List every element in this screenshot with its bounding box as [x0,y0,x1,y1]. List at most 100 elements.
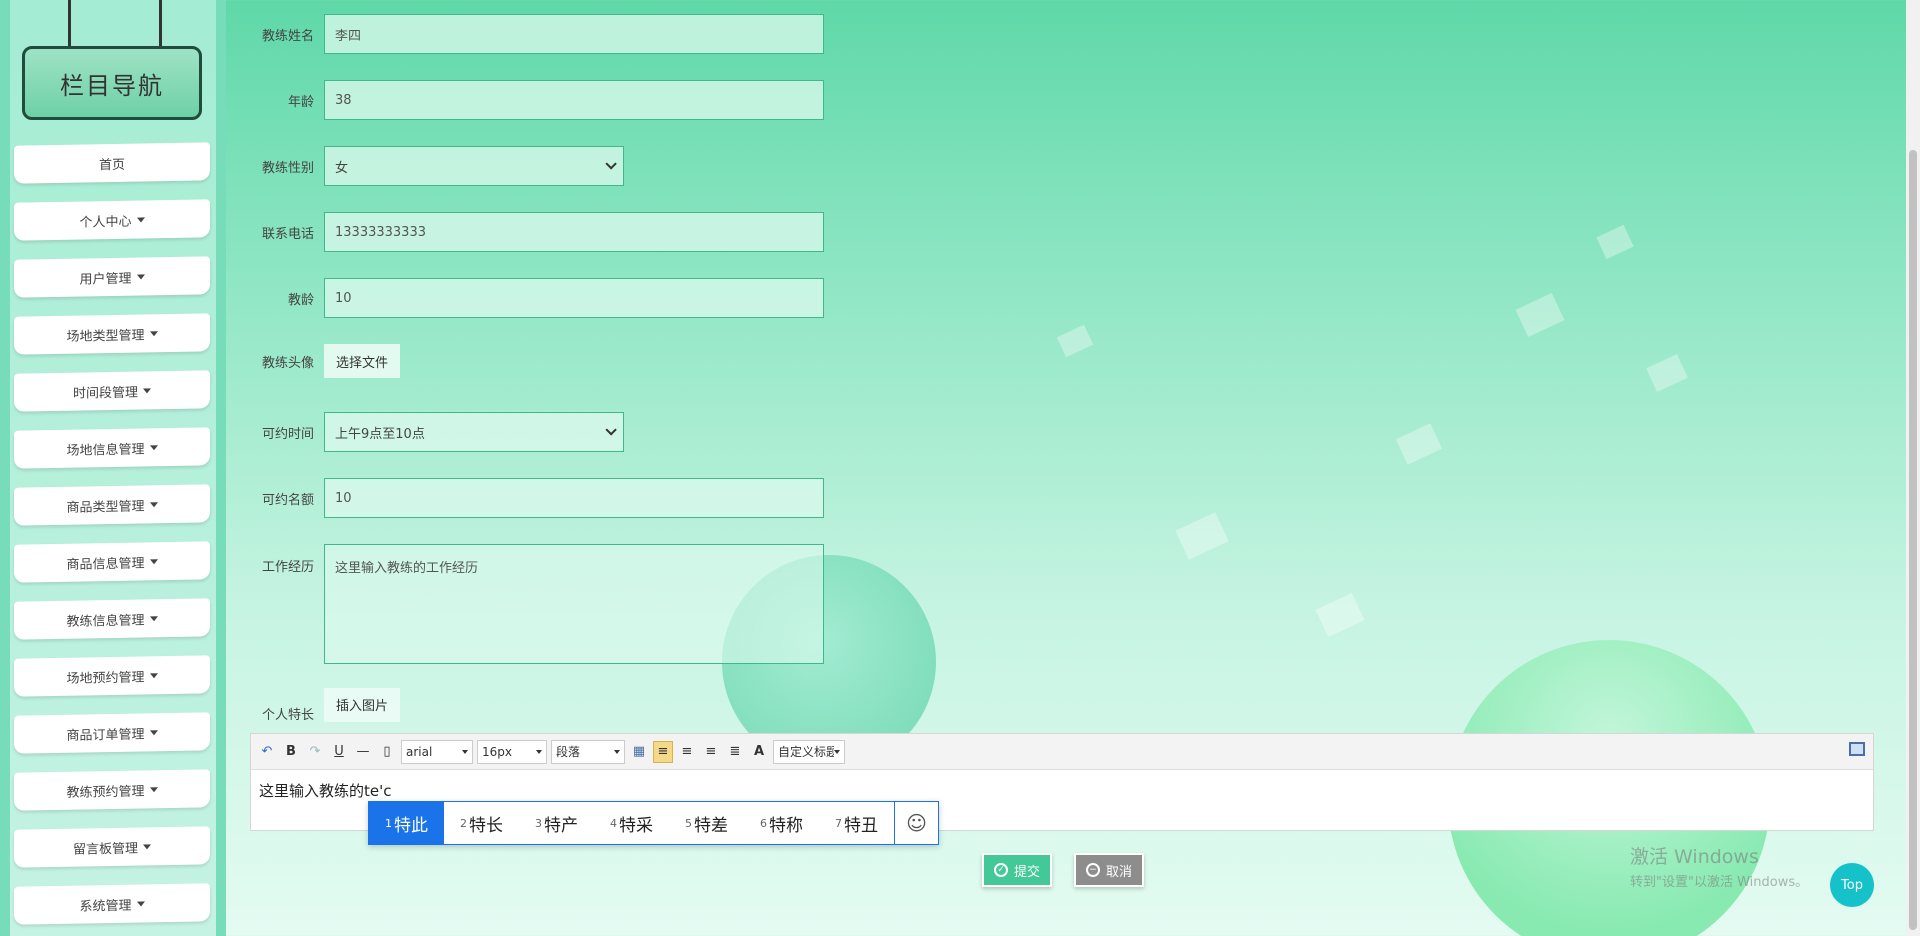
sidebar-item[interactable]: 教练信息管理 [14,598,210,640]
ime-candidate-popup: 1 特此 2 特长 3 特产 4 特采 5 特差 6 特称 7 特丑 ☺ [368,801,939,845]
coach-name-input[interactable]: 李四 [324,14,824,54]
ime-candidate[interactable]: 6 特称 [744,802,819,844]
work-experience-label: 工作经历 [261,560,314,575]
age-row: 年龄 38 [226,80,824,120]
nav-title: 栏目导航 [22,46,202,120]
paragraph-select[interactable]: 段落 [551,739,625,764]
age-label: 年龄 [287,94,314,110]
gender-select[interactable]: 女 [324,146,624,186]
font-color-icon[interactable]: A [749,741,769,763]
sidebar-item[interactable]: 教练预约管理 [14,769,210,811]
sidebar-item[interactable]: 个人中心 [14,199,210,241]
font-size-value: 16px [482,744,512,759]
available-time-value: 上午9点至10点 [335,426,425,442]
sidebar-item[interactable]: 商品类型管理 [14,484,210,526]
ime-candidate[interactable]: 1 特此 [369,802,444,844]
watermark-line1: 激活 Windows [1630,846,1759,868]
ime-candidate-number: 6 [760,816,767,830]
caret-down-icon [136,273,145,280]
table-icon[interactable]: ▦ [629,741,649,763]
sign-strings [68,0,162,46]
caret-down-icon [136,900,145,907]
sidebar-item[interactable]: 时间段管理 [14,370,210,412]
work-experience-textarea[interactable]: 这里输入教练的工作经历 [324,544,824,664]
insert-image-button[interactable]: 插入图片 [324,687,401,722]
ime-candidate[interactable]: 4 特采 [594,802,669,844]
chevron-down-icon [605,424,617,436]
sidebar-item[interactable]: 场地类型管理 [14,313,210,355]
ime-candidate[interactable]: 7 特丑 [819,802,894,844]
watermark-line2: 转到"设置"以激活 Windows。 [1630,875,1809,890]
choose-file-button[interactable]: 选择文件 [324,344,401,378]
coach-years-label: 教龄 [287,292,314,308]
coach-years-row: 教龄 10 [226,278,824,318]
age-input[interactable]: 38 [324,80,824,120]
caret-down-icon [143,843,151,849]
quota-input[interactable]: 10 [324,478,824,518]
sidebar-item-label: 教练信息管理 [66,612,145,630]
sidebar-item[interactable]: 商品订单管理 [14,712,210,754]
cancel-button[interactable]: − 取消 [1074,853,1144,887]
align-left-icon[interactable]: ≡ [653,740,673,763]
check-circle-icon: ✓ [993,863,1008,877]
cancel-label: 取消 [1105,864,1132,880]
sidebar-item[interactable]: 场地预约管理 [14,655,210,697]
sidebar-item-label: 商品信息管理 [66,555,145,573]
sidebar-item[interactable]: 留言板管理 [14,826,210,868]
dropdown-arrow-icon [536,749,542,754]
sidebar-item[interactable]: 首页 [14,142,210,184]
ime-candidate-text: 特丑 [844,815,878,836]
font-size-select[interactable]: 16px [477,739,547,764]
page-scrollbar[interactable] [1906,0,1920,936]
available-time-select[interactable]: 上午9点至10点 [324,412,624,452]
ime-candidate-text: 特称 [769,815,803,836]
phone-row: 联系电话 13333333333 [226,212,824,252]
caret-down-icon [149,501,158,507]
fullscreen-icon[interactable] [1849,742,1865,756]
paragraph-value: 段落 [556,745,581,759]
phone-input[interactable]: 13333333333 [324,212,824,252]
gender-value: 女 [335,160,349,176]
sidebar-item[interactable]: 商品信息管理 [14,541,210,583]
sidebar-item[interactable]: 场地信息管理 [14,427,210,469]
back-to-top-button[interactable]: Top [1830,863,1874,907]
scrollbar-thumb[interactable] [1909,150,1917,930]
gender-row: 教练性别 女 [226,146,624,186]
caret-down-icon [149,786,158,792]
horizontal-rule-icon[interactable]: — [353,741,373,763]
emoji-icon[interactable]: ☺ [894,802,938,844]
bold-icon[interactable]: B [281,741,301,763]
coach-name-label: 教练姓名 [261,28,314,44]
caret-down-icon [149,444,158,450]
sidebar-item[interactable]: 系统管理 [14,883,210,925]
sidebar-item[interactable]: 用户管理 [14,256,210,298]
sidebar-item-label: 商品类型管理 [66,498,145,516]
phone-label: 联系电话 [261,226,314,242]
align-justify-icon[interactable]: ≣ [725,741,745,763]
ime-candidate-number: 4 [610,816,617,830]
sidebar-item-label: 场地预约管理 [66,669,145,687]
align-center-icon[interactable]: ≡ [701,741,721,763]
ime-candidate[interactable]: 5 特差 [669,802,744,844]
caret-down-icon [149,615,158,621]
ime-candidate-number: 3 [535,816,542,830]
chevron-down-icon [605,158,617,170]
submit-button[interactable]: ✓ 提交 [982,853,1052,887]
coach-name-row: 教练姓名 李四 [226,14,824,54]
editor-toolbar: ↶ B ↷ U — ▯ arial 16px 段落 ▦ ≡ ≡ ≡ ≣ A 自定… [251,734,1873,770]
ime-candidate[interactable]: 2 特长 [444,802,519,844]
page-icon[interactable]: ▯ [377,741,397,763]
sidebar-item-label: 场地类型管理 [66,327,145,345]
font-family-select[interactable]: arial [401,739,473,764]
underline-icon[interactable]: U [329,741,349,763]
ime-candidate[interactable]: 3 特产 [519,802,594,844]
ime-candidate-number: 7 [835,816,842,830]
coach-years-input[interactable]: 10 [324,278,824,318]
available-time-label: 可约时间 [261,426,314,442]
ime-candidate-text: 特差 [694,815,728,836]
undo-icon[interactable]: ↶ [257,741,277,763]
sidebar-item-label: 系统管理 [79,898,132,915]
custom-title-select[interactable]: 自定义标题 [773,739,845,764]
redo-icon[interactable]: ↷ [305,741,325,763]
align-right-icon[interactable]: ≡ [677,741,697,763]
